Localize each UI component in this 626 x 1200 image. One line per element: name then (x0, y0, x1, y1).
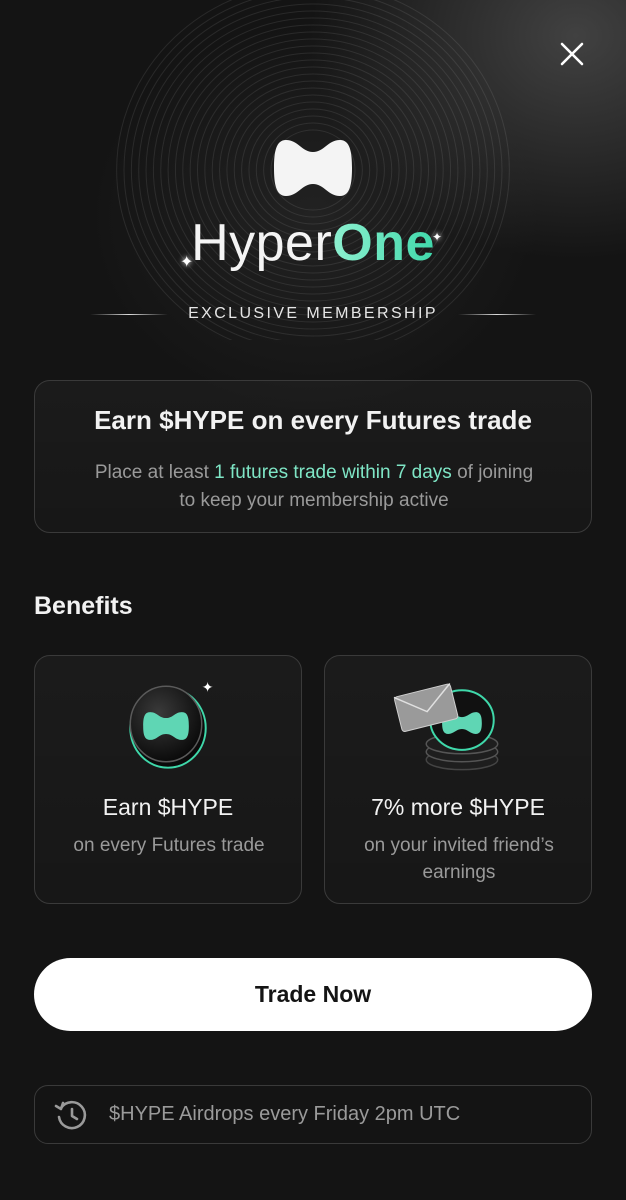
brand-title: HyperOne (0, 208, 626, 278)
benefits-heading: Benefits (34, 592, 133, 620)
brand-name-part-1: Hyper (191, 214, 333, 272)
membership-label-row: EXCLUSIVE MEMBERSHIP (0, 302, 626, 326)
membership-label: EXCLUSIVE MEMBERSHIP (188, 305, 438, 322)
divider-right (457, 313, 536, 315)
airdrop-info-bar: $HYPE Airdrops every Friday 2pm UTC (34, 1085, 592, 1144)
benefit-title: Earn $HYPE (102, 794, 234, 820)
earn-desc-prefix: Place at least (94, 462, 215, 483)
earn-card-title: Earn $HYPE on every Futures trade (94, 405, 532, 435)
benefit-title: 7% more $HYPE (371, 794, 545, 820)
benefit-card-referral: 7% more $HYPE on your invited friend’s e… (324, 655, 592, 904)
earn-desc-highlight: 1 futures trade within 7 days (214, 462, 452, 483)
airdrop-text: $HYPE Airdrops every Friday 2pm UTC (109, 1103, 461, 1125)
benefit-card-earn: ✦ Earn $HYPE on every Futures trade (34, 655, 302, 904)
history-clock-icon (54, 1100, 87, 1129)
brand-name-part-2: One (332, 214, 435, 272)
benefit-subtitle: on every Futures trade (73, 835, 265, 856)
envelope-coins-icon (393, 683, 499, 771)
sparkle-icon: ✦ (180, 254, 194, 271)
close-icon (560, 42, 584, 66)
hyperone-logo-icon (274, 140, 352, 196)
trade-now-button[interactable]: Trade Now (34, 958, 592, 1031)
earn-info-card: Earn $HYPE on every Futures trade Place … (34, 380, 592, 533)
close-button[interactable] (552, 34, 592, 74)
benefit-subtitle: on your invited friend’s earnings (364, 835, 554, 883)
earn-card-description: Place at least 1 futures trade within 7 … (85, 459, 543, 515)
divider-left (90, 313, 169, 315)
sparkle-icon: ✦ (432, 230, 443, 244)
hype-coin-icon: ✦ (129, 679, 214, 769)
svg-text:✦: ✦ (202, 679, 214, 695)
